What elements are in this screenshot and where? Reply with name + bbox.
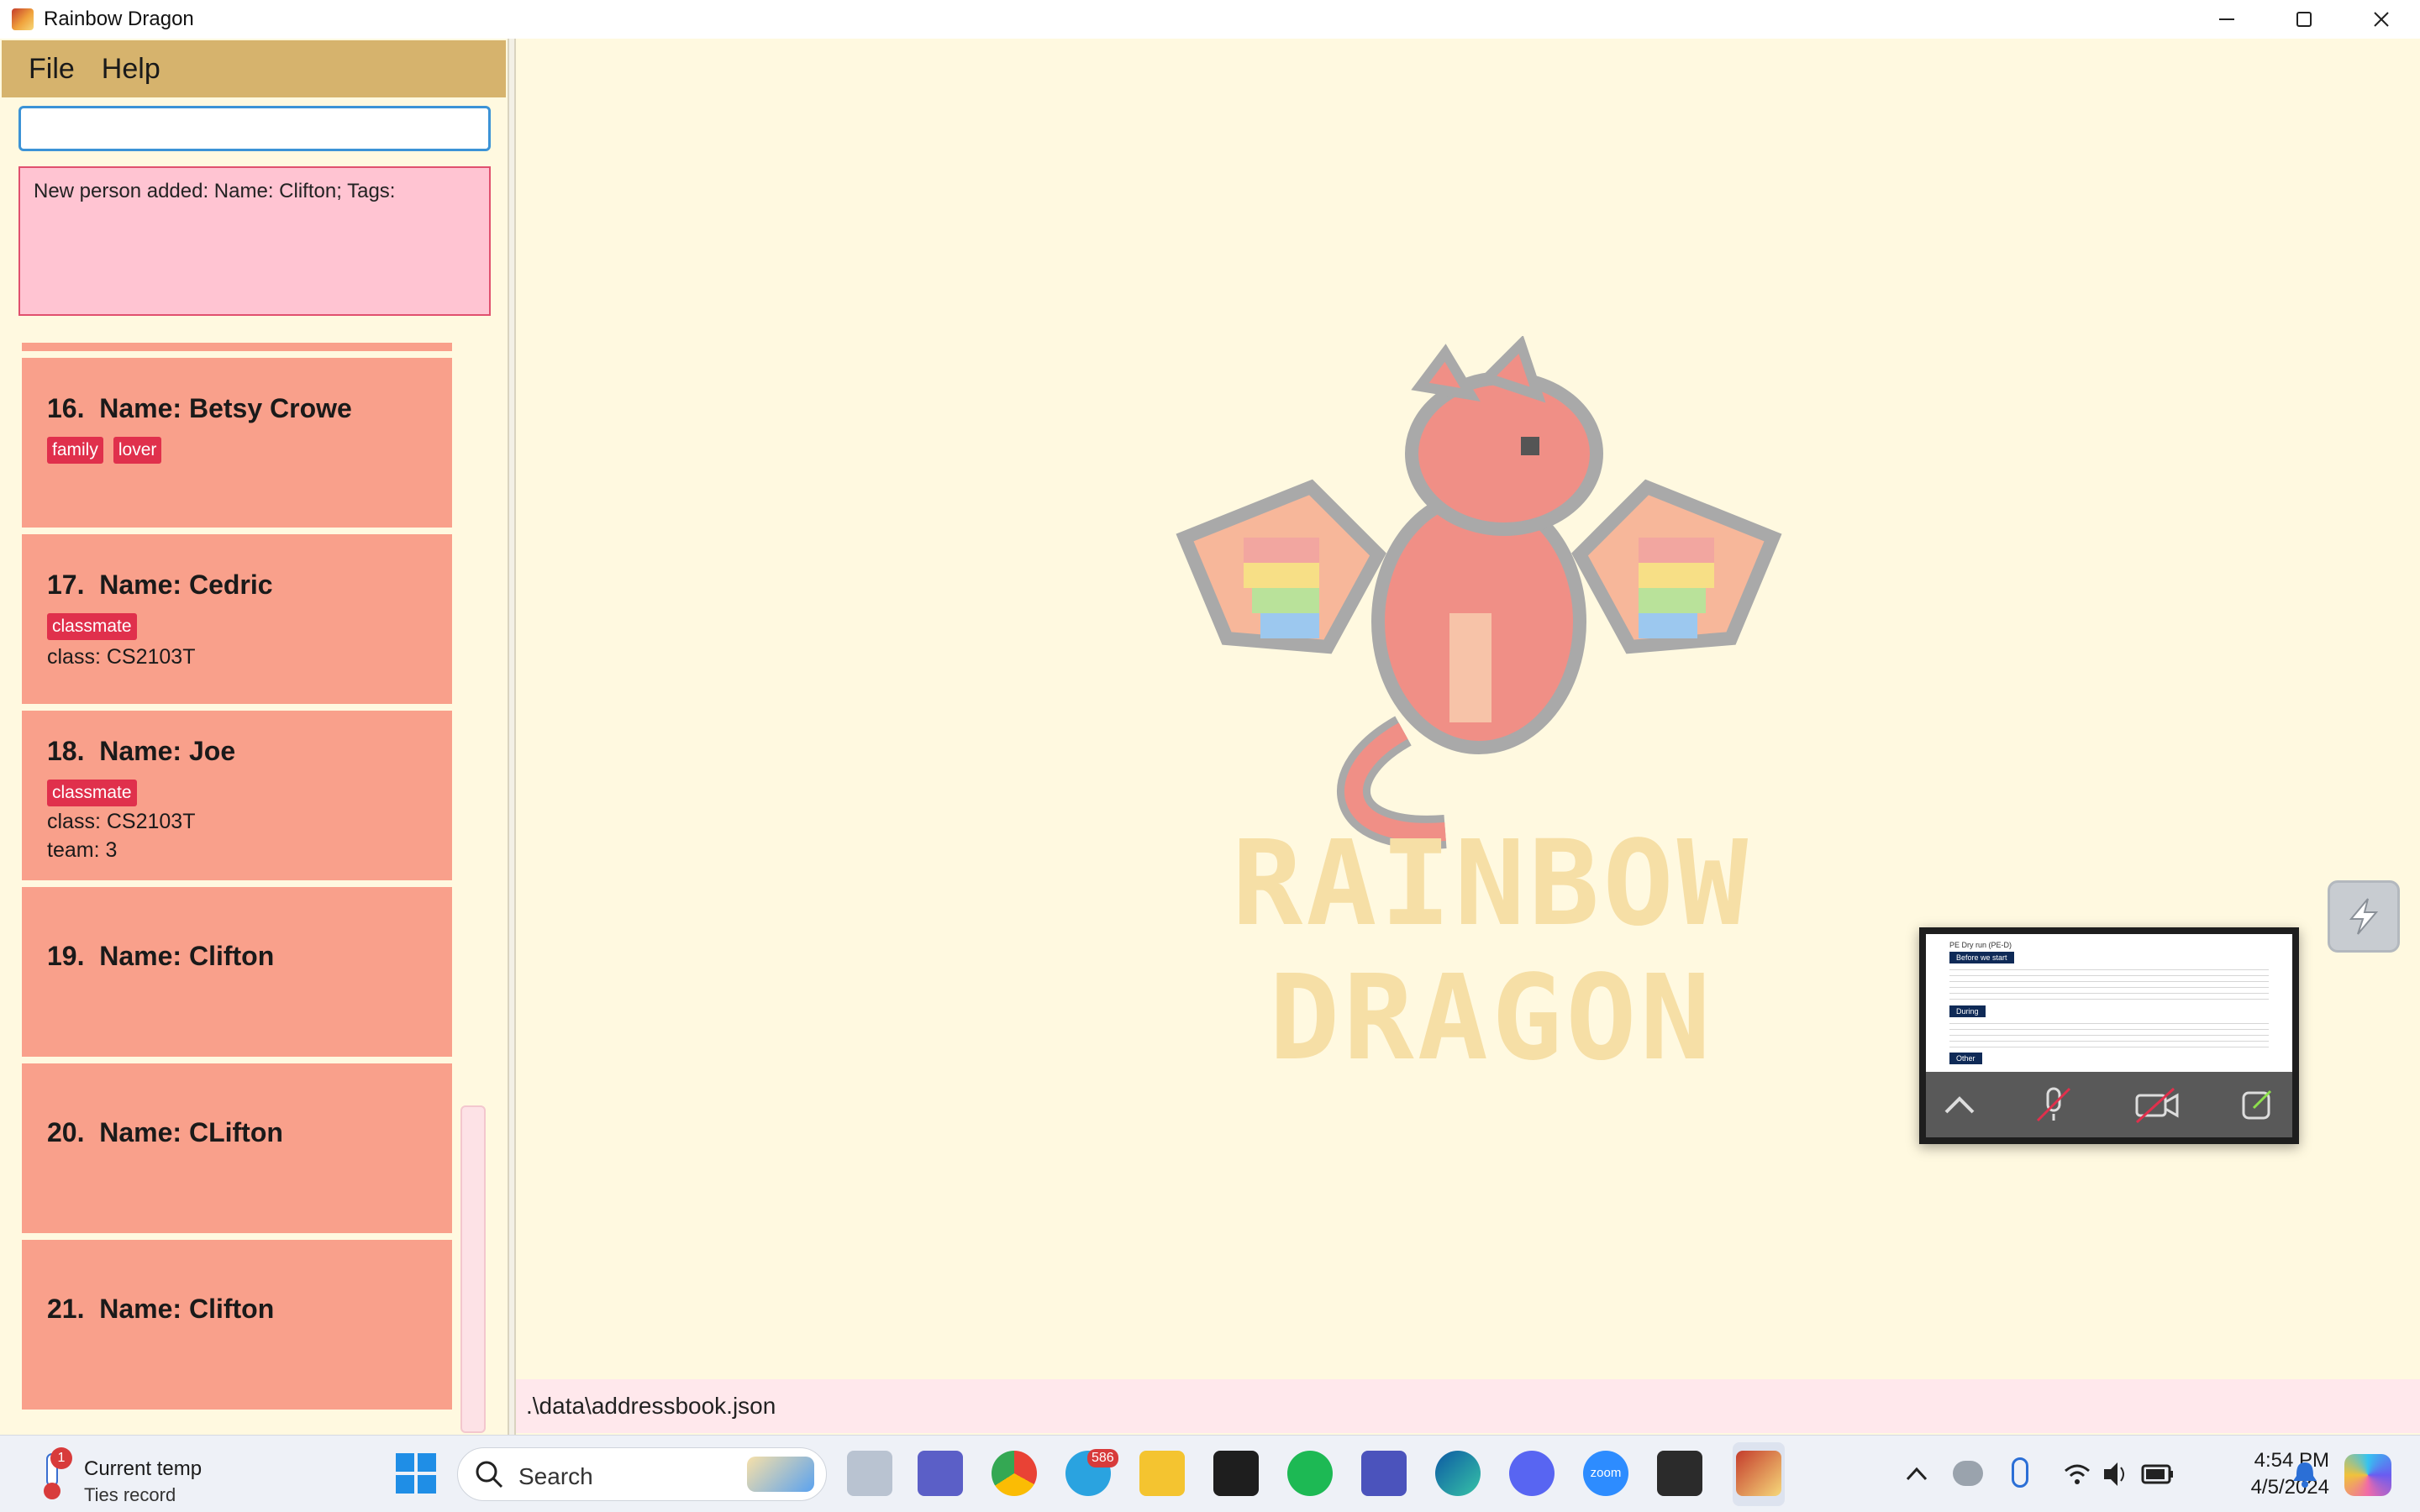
- chevron-up-icon[interactable]: [1904, 1462, 1929, 1488]
- person-name: 21. Name: Clifton: [47, 1294, 275, 1324]
- maximize-icon: [2296, 12, 2312, 27]
- weather-subtitle: Ties record: [84, 1484, 176, 1505]
- search-label: Search: [518, 1463, 593, 1489]
- terminal-icon[interactable]: [1213, 1451, 1259, 1496]
- person-card[interactable]: 21. Name: Clifton: [22, 1240, 452, 1410]
- notification-bell-icon[interactable]: [2291, 1459, 2319, 1489]
- person-name: 16. Name: Betsy Crowe: [47, 393, 352, 423]
- pip-heading: PE Dry run (PE-D): [1949, 941, 2012, 949]
- copilot-icon[interactable]: [2344, 1454, 2391, 1496]
- return-to-call-icon[interactable]: [2238, 1086, 2275, 1123]
- chrome-icon[interactable]: [992, 1451, 1037, 1496]
- title-bar: Rainbow Dragon: [0, 0, 2420, 39]
- window-title: Rainbow Dragon: [44, 8, 194, 30]
- battery-icon[interactable]: [2141, 1459, 2175, 1489]
- minimize-button[interactable]: [2188, 0, 2265, 39]
- file-explorer-icon[interactable]: [1139, 1451, 1185, 1496]
- status-bar-path: .\data\addressbook.json: [516, 1379, 2420, 1433]
- person-detail: class: CS2103T: [47, 645, 196, 669]
- mic-off-icon[interactable]: [2033, 1084, 2075, 1126]
- shared-document-preview: PE Dry run (PE-D) Before we start During…: [1926, 934, 2292, 1074]
- result-display: New person added: Name: Clifton; Tags:: [18, 166, 491, 316]
- rainbow-dragon-logo: RAINBOW DRAGON: [1176, 336, 1782, 1087]
- person-name: 17. Name: Cedric: [47, 570, 273, 600]
- teams-work-icon[interactable]: [1361, 1451, 1407, 1496]
- previous-card-edge: [22, 343, 452, 351]
- menu-bar: File Help: [2, 40, 506, 97]
- microphone-icon[interactable]: [2012, 1457, 2028, 1488]
- dragon-app-icon: [12, 8, 34, 30]
- search-highlight-icon: [747, 1457, 814, 1492]
- person-detail: class: CS2103T: [47, 810, 196, 833]
- maximize-button[interactable]: [2265, 0, 2343, 39]
- wifi-icon[interactable]: [2062, 1459, 2092, 1489]
- person-card[interactable]: 20. Name: CLifton: [22, 1063, 452, 1233]
- document-lines: [1949, 1018, 2269, 1052]
- tag-label: lover: [113, 437, 162, 464]
- telegram-badge: 586: [1087, 1449, 1118, 1467]
- task-view-icon[interactable]: [847, 1451, 892, 1496]
- taskbar-search[interactable]: Search: [457, 1447, 827, 1501]
- person-card[interactable]: 19. Name: Clifton: [22, 887, 452, 1057]
- panel-splitter[interactable]: [508, 39, 516, 1435]
- weather-widget[interactable]: 1 Current temp Ties record: [30, 1447, 215, 1505]
- close-button[interactable]: [2343, 0, 2420, 39]
- pip-section: Other: [1949, 1053, 1982, 1064]
- dragon-icon: [1176, 336, 1782, 849]
- windows-start-icon[interactable]: [393, 1451, 439, 1496]
- command-prompt-icon[interactable]: [1657, 1451, 1702, 1496]
- volume-icon[interactable]: [2101, 1459, 2131, 1489]
- logo-line-2: DRAGON: [1269, 950, 1714, 1087]
- command-input[interactable]: [18, 106, 491, 151]
- person-card[interactable]: 16. Name: Betsy Crowe family lover: [22, 358, 452, 528]
- left-panel: File Help New person added: Name: Clifto…: [0, 39, 514, 1435]
- tag-label: classmate: [47, 613, 137, 640]
- pip-controls: [1926, 1072, 2292, 1137]
- person-card[interactable]: 17. Name: Cedric classmate class: CS2103…: [22, 534, 452, 704]
- onedrive-icon[interactable]: [1953, 1461, 1983, 1486]
- person-detail: team: 3: [47, 838, 118, 862]
- minimize-icon: [2219, 18, 2234, 20]
- floating-tool-button[interactable]: [2328, 880, 2400, 953]
- menu-help[interactable]: Help: [102, 53, 160, 86]
- edge-icon[interactable]: [1435, 1451, 1481, 1496]
- bolt-icon: [2349, 898, 2379, 935]
- chevron-up-icon[interactable]: [1943, 1092, 1976, 1117]
- tag-label: classmate: [47, 780, 137, 806]
- discord-icon[interactable]: [1509, 1451, 1555, 1496]
- pip-section: During: [1949, 1005, 1986, 1017]
- meeting-pip-window[interactable]: PE Dry run (PE-D) Before we start During…: [1919, 927, 2299, 1144]
- person-name: 20. Name: CLifton: [47, 1117, 283, 1147]
- pip-section: Before we start: [1949, 952, 2014, 963]
- zoom-icon[interactable]: zoom: [1583, 1451, 1628, 1496]
- person-name: 19. Name: Clifton: [47, 941, 275, 971]
- logo-line-1: RAINBOW: [1232, 816, 1751, 953]
- list-scrollbar[interactable]: [460, 1105, 486, 1433]
- teams-icon[interactable]: [918, 1451, 963, 1496]
- person-name: 18. Name: Joe: [47, 736, 236, 766]
- taskbar: 1 Current temp Ties record Search 586 zo…: [0, 1435, 2420, 1512]
- weather-badge: 1: [50, 1447, 72, 1469]
- menu-file[interactable]: File: [29, 53, 75, 86]
- rainbow-dragon-taskbar-icon[interactable]: [1736, 1451, 1781, 1496]
- app-window: Rainbow Dragon File Help New person adde…: [0, 0, 2420, 1435]
- weather-title: Current temp: [84, 1457, 203, 1480]
- search-icon: [476, 1461, 503, 1488]
- document-lines: [1949, 964, 2269, 1005]
- spotify-icon[interactable]: [1287, 1451, 1333, 1496]
- tag-label: family: [47, 437, 103, 464]
- camera-off-icon[interactable]: [2132, 1084, 2182, 1126]
- person-card[interactable]: 18. Name: Joe classmate class: CS2103T t…: [22, 711, 452, 880]
- close-icon: [2374, 12, 2389, 27]
